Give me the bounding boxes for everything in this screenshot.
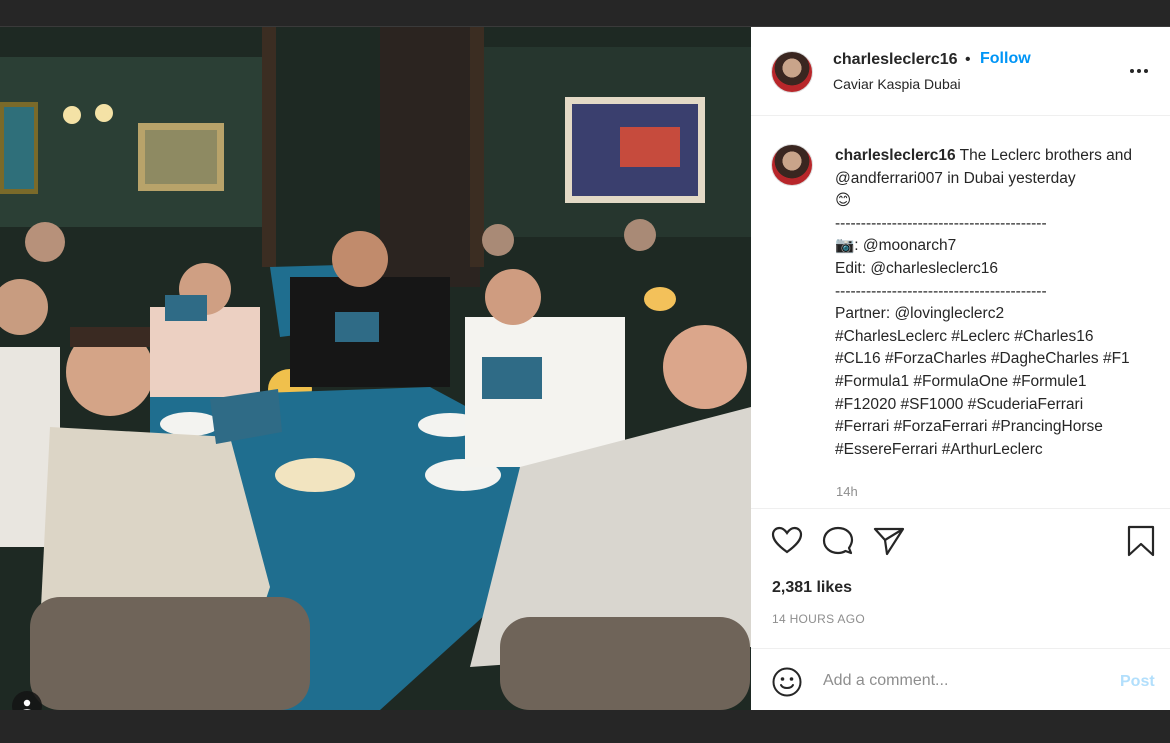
caption-username[interactable]: charlesleclerc16 <box>835 147 956 164</box>
post-header: charlesleclerc16 • Follow Caviar Kaspia … <box>751 27 1170 116</box>
post-author-username[interactable]: charlesleclerc16 <box>833 51 958 69</box>
separator-dot: • <box>965 51 971 68</box>
heart-icon[interactable] <box>770 524 804 558</box>
post-comment-button[interactable]: Post <box>1120 673 1155 691</box>
bookmark-icon[interactable] <box>1124 524 1158 558</box>
window-bottom-bar <box>0 710 1170 743</box>
likes-count[interactable]: 2,381 likes <box>772 579 852 597</box>
post-actions: 2,381 likes 14 HOURS AGO <box>751 508 1170 648</box>
window-top-bar <box>0 0 1170 27</box>
person-icon <box>23 699 31 710</box>
post-location[interactable]: Caviar Kaspia Dubai <box>833 76 961 92</box>
paper-plane-icon[interactable] <box>872 524 906 558</box>
post-side-panel: charlesleclerc16 • Follow Caviar Kaspia … <box>751 27 1170 710</box>
caption-section: charlesleclerc16 The Leclerc brothers an… <box>751 116 1170 508</box>
comment-input[interactable] <box>823 667 1103 695</box>
restaurant-photo <box>0 27 751 710</box>
add-comment-bar: Post <box>751 648 1170 710</box>
more-options-icon[interactable] <box>1127 59 1151 83</box>
avatar[interactable] <box>771 51 813 93</box>
post-photo[interactable] <box>0 27 751 710</box>
smiley-icon[interactable] <box>771 666 803 698</box>
caption-timestamp: 14h <box>836 484 858 499</box>
caption-avatar[interactable] <box>771 144 813 186</box>
follow-button[interactable]: Follow <box>980 50 1031 68</box>
posted-time[interactable]: 14 HOURS AGO <box>772 612 865 626</box>
post-caption: charlesleclerc16 The Leclerc brothers an… <box>835 145 1157 461</box>
caption-body: The Leclerc brothers and @andferrari007 … <box>835 147 1132 458</box>
comment-bubble-icon[interactable] <box>821 524 855 558</box>
